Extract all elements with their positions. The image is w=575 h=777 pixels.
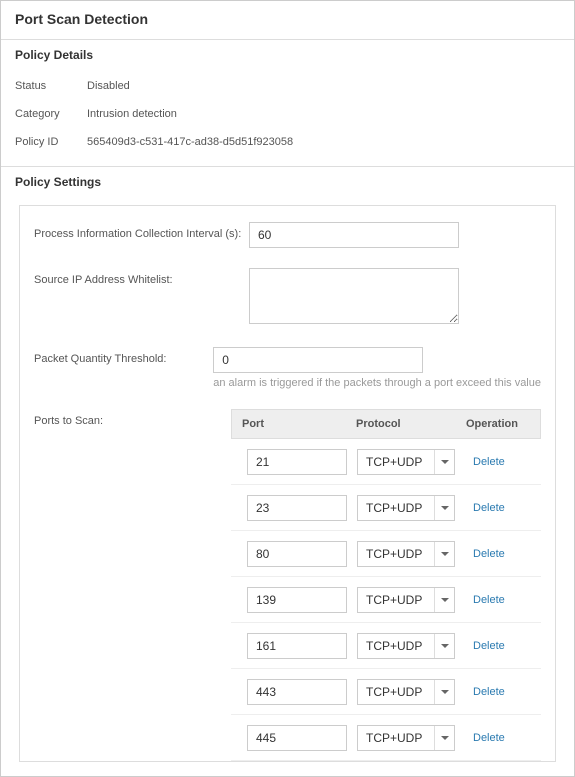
detail-value: Disabled [87, 80, 130, 92]
detail-label: Status [15, 80, 87, 92]
delete-button[interactable]: Delete [465, 640, 505, 652]
port-input[interactable] [247, 495, 347, 521]
ports-table: Port Protocol Operation TCP+UDPDeleteTCP… [231, 409, 541, 761]
protocol-select[interactable]: TCP+UDP [357, 587, 455, 613]
settings-panel: Process Information Collection Interval … [19, 205, 556, 762]
policy-details: Status Disabled Category Intrusion detec… [1, 68, 574, 162]
protocol-value: TCP+UDP [366, 593, 422, 607]
protocol-select[interactable]: TCP+UDP [357, 633, 455, 659]
field-interval: Process Information Collection Interval … [34, 222, 541, 248]
protocol-value: TCP+UDP [366, 501, 422, 515]
threshold-label: Packet Quantity Threshold: [34, 347, 213, 365]
protocol-select[interactable]: TCP+UDP [357, 679, 455, 705]
protocol-select[interactable]: TCP+UDP [357, 449, 455, 475]
policy-settings: Process Information Collection Interval … [1, 195, 574, 776]
detail-value: Intrusion detection [87, 108, 177, 120]
protocol-value: TCP+UDP [366, 547, 422, 561]
protocol-value: TCP+UDP [366, 731, 422, 745]
delete-button[interactable]: Delete [465, 548, 505, 560]
ports-body: TCP+UDPDeleteTCP+UDPDeleteTCP+UDPDeleteT… [231, 439, 541, 761]
interval-input[interactable] [249, 222, 459, 248]
container: Port Scan Detection Policy Details Statu… [0, 0, 575, 777]
ports-header-row: Port Protocol Operation [231, 409, 541, 439]
port-input[interactable] [247, 725, 347, 751]
col-header-operation: Operation [462, 418, 540, 430]
whitelist-textarea[interactable] [249, 268, 459, 324]
detail-row-policy-id: Policy ID 565409d3-c531-417c-ad38-d5d51f… [15, 128, 560, 156]
table-row: TCP+UDP Delete [231, 623, 541, 669]
whitelist-label: Source IP Address Whitelist: [34, 268, 249, 286]
protocol-select[interactable]: TCP+UDP [357, 495, 455, 521]
protocol-select[interactable]: TCP+UDP [357, 541, 455, 567]
chevron-down-icon [434, 588, 454, 612]
field-threshold: Packet Quantity Threshold: an alarm is t… [34, 347, 541, 389]
col-header-port: Port [232, 418, 352, 430]
ports-label: Ports to Scan: [34, 409, 231, 427]
chevron-down-icon [434, 726, 454, 750]
chevron-down-icon [434, 680, 454, 704]
detail-row-status: Status Disabled [15, 72, 560, 100]
table-row: TCP+UDP Delete [231, 485, 541, 531]
protocol-value: TCP+UDP [366, 685, 422, 699]
port-input[interactable] [247, 541, 347, 567]
policy-settings-header: Policy Settings [1, 166, 574, 195]
delete-button[interactable]: Delete [465, 502, 505, 514]
col-header-protocol: Protocol [352, 418, 462, 430]
chevron-down-icon [434, 542, 454, 566]
port-input[interactable] [247, 587, 347, 613]
delete-button[interactable]: Delete [465, 594, 505, 606]
chevron-down-icon [434, 450, 454, 474]
delete-button[interactable]: Delete [465, 686, 505, 698]
table-row: TCP+UDP Delete [231, 439, 541, 485]
detail-label: Category [15, 108, 87, 120]
field-ports: Ports to Scan: Port Protocol Operation T… [34, 409, 541, 761]
port-input[interactable] [247, 679, 347, 705]
detail-value: 565409d3-c531-417c-ad38-d5d51f923058 [87, 136, 293, 148]
table-row: TCP+UDP Delete [231, 669, 541, 715]
protocol-select[interactable]: TCP+UDP [357, 725, 455, 751]
detail-row-category: Category Intrusion detection [15, 100, 560, 128]
chevron-down-icon [434, 496, 454, 520]
protocol-value: TCP+UDP [366, 455, 422, 469]
table-row: TCP+UDP Delete [231, 715, 541, 761]
port-input[interactable] [247, 633, 347, 659]
port-input[interactable] [247, 449, 347, 475]
chevron-down-icon [434, 634, 454, 658]
page-title: Port Scan Detection [1, 1, 574, 35]
policy-details-header: Policy Details [1, 39, 574, 68]
threshold-input[interactable] [213, 347, 423, 373]
table-row: TCP+UDP Delete [231, 577, 541, 623]
delete-button[interactable]: Delete [465, 732, 505, 744]
field-whitelist: Source IP Address Whitelist: [34, 268, 541, 327]
detail-label: Policy ID [15, 136, 87, 148]
delete-button[interactable]: Delete [465, 456, 505, 468]
threshold-hint: an alarm is triggered if the packets thr… [213, 377, 541, 389]
table-row: TCP+UDP Delete [231, 531, 541, 577]
protocol-value: TCP+UDP [366, 639, 422, 653]
interval-label: Process Information Collection Interval … [34, 222, 249, 240]
